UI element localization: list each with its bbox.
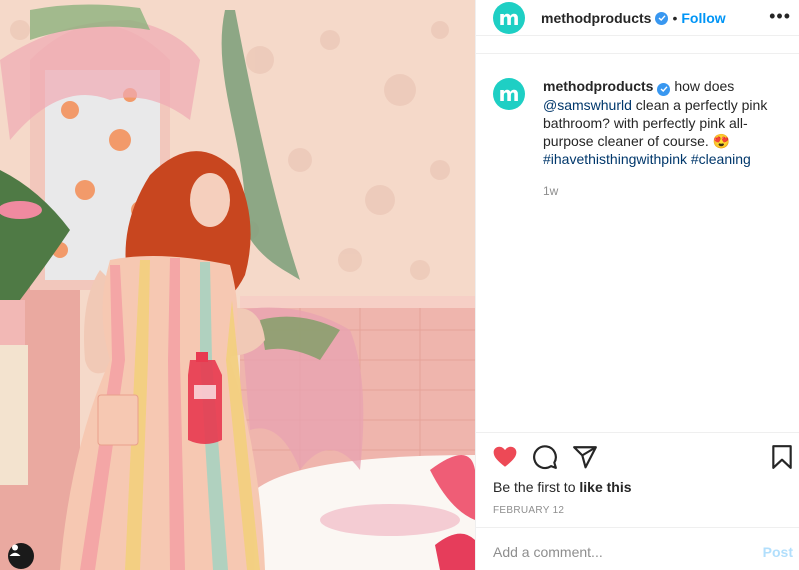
caption-time[interactable]: 1w (543, 182, 783, 200)
avatar[interactable]: m (493, 2, 525, 34)
paper-plane-icon[interactable] (572, 444, 598, 470)
action-bar (492, 444, 598, 470)
likes-summary: Be the first to like this (493, 479, 632, 495)
like-this-link[interactable]: like this (579, 479, 631, 495)
avatar-letter: m (498, 6, 520, 30)
caption-username[interactable]: methodproducts (543, 78, 653, 94)
verified-badge-icon (657, 82, 671, 96)
more-options-icon[interactable]: ••• (769, 7, 791, 25)
follow-button[interactable]: Follow (681, 10, 725, 26)
verified-badge-icon (655, 11, 669, 25)
divider (476, 527, 799, 528)
separator-dot: • (672, 10, 678, 26)
user-icon (9, 544, 21, 556)
caption-body: methodproducts how does @samswhurld clea… (543, 77, 783, 200)
bookmark-icon[interactable] (769, 444, 795, 470)
heart-icon[interactable] (492, 444, 518, 470)
comment-icon[interactable] (532, 444, 558, 470)
post-details-panel: m methodproducts • Follow ••• m methodpr… (475, 0, 799, 570)
post-photo[interactable] (0, 0, 475, 570)
likes-prefix: Be the first to (493, 479, 580, 495)
caption-text-1: how does (670, 78, 735, 94)
author-username[interactable]: methodproducts (541, 10, 651, 26)
caption-avatar[interactable]: m (493, 78, 525, 110)
tagged-user-icon[interactable] (8, 543, 34, 569)
mention-link[interactable]: @samswhurld (543, 97, 632, 113)
bathroom-photo-illustration (0, 0, 475, 570)
divider (476, 432, 799, 433)
avatar-letter: m (498, 82, 520, 106)
comment-input[interactable] (493, 540, 713, 564)
post-comment-button[interactable]: Post (763, 544, 793, 560)
post-date[interactable]: FEBRUARY 12 (493, 505, 564, 516)
author-row: m methodproducts • Follow (493, 2, 726, 34)
hashtag-link[interactable]: #cleaning (691, 151, 751, 167)
caption-comment: m methodproducts how does @samswhurld cl… (493, 77, 783, 200)
hashtag-link[interactable]: #ihavethisthingwithpink (543, 151, 687, 167)
divider (476, 53, 799, 54)
